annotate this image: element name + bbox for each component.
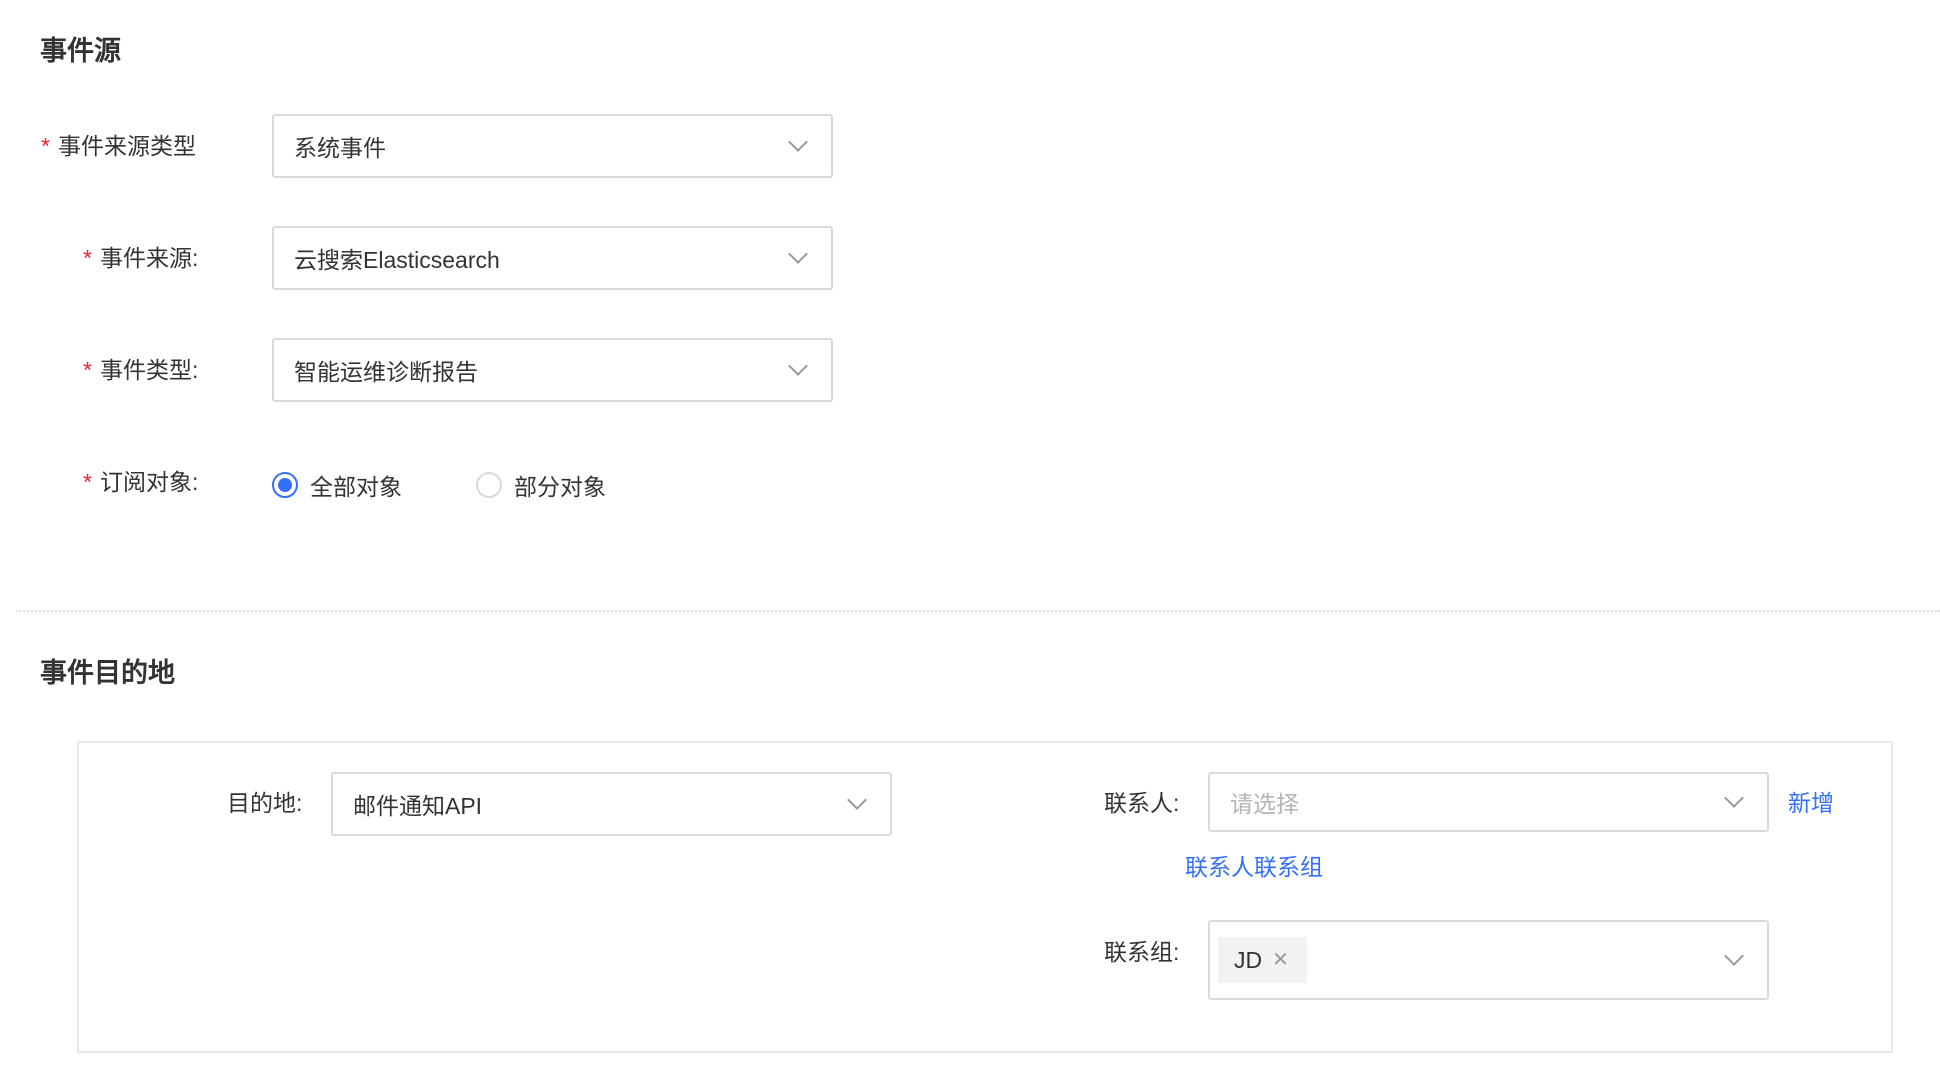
radio-all-objects[interactable]: 全部对象 — [272, 468, 402, 502]
chevron-down-icon — [788, 356, 808, 376]
event-type-label-text: 事件类型: — [99, 357, 199, 383]
source-section-title: 事件源 — [40, 36, 121, 66]
section-divider — [16, 610, 1940, 612]
contact-group-select[interactable]: JD ✕ — [1208, 920, 1769, 1000]
destination-section-title: 事件目的地 — [40, 658, 175, 688]
source-label-text: 事件来源: — [99, 245, 199, 271]
radio-checked-icon[interactable] — [272, 472, 298, 498]
subscribe-target-radio-group: 全部对象 部分对象 — [272, 468, 662, 502]
chevron-down-icon — [788, 132, 808, 152]
required-mark: * — [83, 357, 92, 383]
contact-select[interactable]: 请选择 — [1208, 772, 1769, 832]
subscribe-target-label: * 订阅对象: — [83, 471, 198, 494]
source-value: 云搜索Elasticsearch — [294, 247, 500, 273]
source-type-select[interactable]: 系统事件 — [272, 114, 833, 178]
source-type-label: * 事件来源类型 — [41, 135, 196, 158]
destination-label: 目的地: — [227, 790, 303, 816]
required-mark: * — [41, 133, 50, 159]
contact-group-tag-label: JD — [1234, 946, 1263, 973]
contact-group-label: 联系组: — [1104, 939, 1180, 965]
source-type-label-text: 事件来源类型 — [57, 133, 196, 159]
source-label: * 事件来源: — [83, 247, 198, 270]
chevron-down-icon — [1724, 946, 1744, 966]
contact-group-tags: JD ✕ — [1218, 937, 1727, 983]
radio-partial-objects-label: 部分对象 — [514, 474, 606, 500]
event-type-select[interactable]: 智能运维诊断报告 — [272, 338, 833, 402]
contact-label: 联系人: — [1104, 790, 1180, 816]
destination-select[interactable]: 邮件通知API — [331, 772, 892, 836]
source-select[interactable]: 云搜索Elasticsearch — [272, 226, 833, 290]
chevron-down-icon — [1724, 788, 1744, 808]
destination-value: 邮件通知API — [353, 793, 483, 819]
required-mark: * — [83, 469, 92, 495]
contact-placeholder: 请选择 — [1230, 791, 1299, 817]
radio-unchecked-icon[interactable] — [476, 472, 502, 498]
add-contact-link[interactable]: 新增 — [1788, 792, 1834, 815]
source-type-value: 系统事件 — [294, 135, 386, 161]
radio-partial-objects[interactable]: 部分对象 — [476, 468, 606, 502]
radio-all-objects-label: 全部对象 — [310, 474, 402, 500]
chevron-down-icon — [788, 244, 808, 264]
contact-group-link[interactable]: 联系人联系组 — [1185, 856, 1323, 879]
required-mark: * — [83, 245, 92, 271]
event-type-value: 智能运维诊断报告 — [294, 359, 478, 385]
close-icon[interactable]: ✕ — [1272, 950, 1289, 970]
chevron-down-icon — [847, 790, 867, 810]
contact-group-tag: JD ✕ — [1218, 937, 1307, 983]
event-type-label: * 事件类型: — [83, 359, 198, 382]
subscribe-target-label-text: 订阅对象: — [99, 469, 199, 495]
